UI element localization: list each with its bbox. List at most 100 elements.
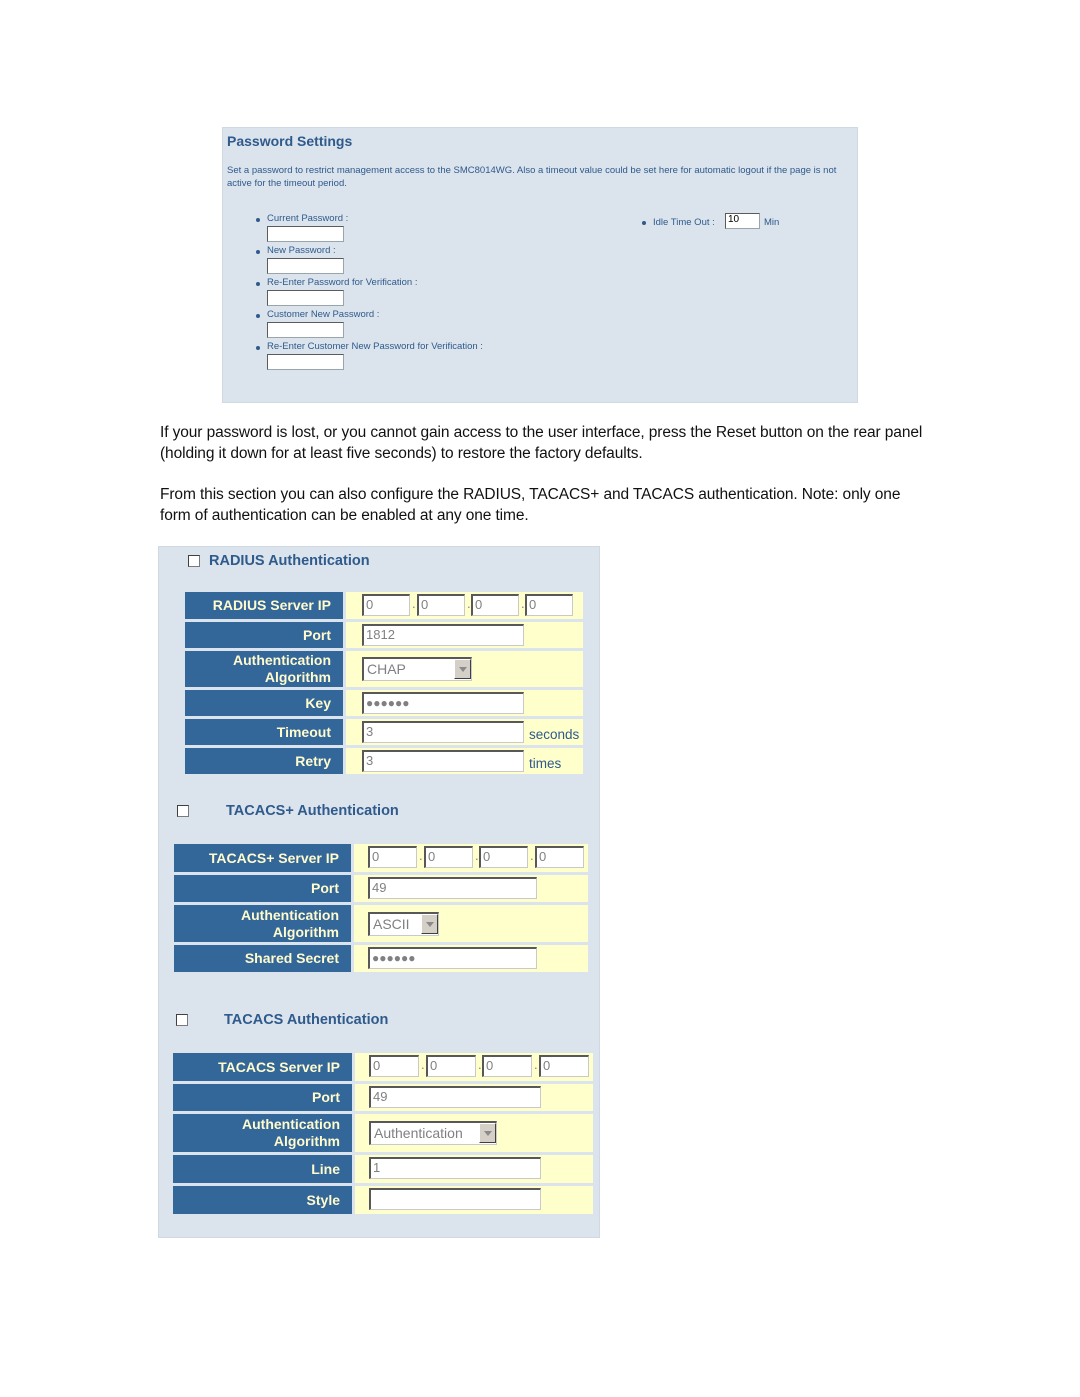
tacacs-plus-algorithm-label-line2: Algorithm [272, 923, 339, 940]
chevron-down-icon[interactable] [479, 1123, 496, 1143]
tacacs-algorithm-row: Authentication Algorithm Authentication [173, 1114, 593, 1152]
tacacs-plus-ip-octet-2[interactable]: 0 [424, 846, 473, 868]
verify-password-input[interactable] [267, 290, 344, 306]
radius-port-cell: 1812 [346, 622, 583, 648]
tacacs-port-label: Port [173, 1084, 352, 1111]
tacacs-line-cell: 1 [355, 1155, 593, 1183]
ip-separator: . [421, 1057, 425, 1072]
tacacs-plus-algorithm-select[interactable]: ASCII [368, 912, 439, 936]
tacacs-ip-octet-2[interactable]: 0 [426, 1055, 476, 1077]
tacacs-plus-enable-checkbox[interactable] [177, 805, 189, 817]
radius-key-label: Key [185, 690, 343, 716]
tacacs-plus-algorithm-row: Authentication Algorithm ASCII [174, 905, 588, 942]
radius-algorithm-select[interactable]: CHAP [362, 657, 472, 681]
idle-timeout-input[interactable]: 10 [725, 213, 760, 229]
radius-timeout-input[interactable]: 3 [362, 721, 524, 743]
radius-retry-label: Retry [185, 748, 343, 774]
verify-customer-password-input[interactable] [267, 354, 344, 370]
tacacs-plus-secret-label: Shared Secret [174, 945, 351, 972]
tacacs-style-cell [355, 1186, 593, 1214]
tacacs-server-ip-label: TACACS Server IP [173, 1053, 352, 1081]
radius-algorithm-label-line2: Algorithm [264, 669, 331, 685]
radius-server-ip-cell: 0 . 0 . 0 . 0 [346, 592, 583, 619]
new-password-input[interactable] [267, 258, 344, 274]
reset-instructions-paragraph: If your password is lost, or you cannot … [160, 424, 923, 462]
tacacs-port-row: Port 49 [173, 1084, 593, 1111]
tacacs-line-input[interactable]: 1 [369, 1157, 541, 1179]
ip-separator: . [534, 1057, 538, 1072]
verify-password-label: Re-Enter Password for Verification : [267, 277, 418, 288]
radius-server-ip-row: RADIUS Server IP 0 . 0 . 0 . 0 [185, 592, 583, 619]
radius-algorithm-cell: CHAP [346, 651, 583, 687]
tacacs-ip-octet-1[interactable]: 0 [369, 1055, 419, 1077]
radius-algorithm-row: Authentication Algorithm CHAP [185, 651, 583, 687]
ip-separator: . [419, 848, 423, 863]
radius-ip-octet-4[interactable]: 0 [525, 594, 573, 616]
current-password-input[interactable] [267, 226, 344, 242]
tacacs-plus-port-label: Port [174, 875, 351, 902]
customer-password-input[interactable] [267, 322, 344, 338]
tacacs-plus-server-ip-label: TACACS+ Server IP [174, 844, 351, 872]
tacacs-plus-port-row: Port 49 [174, 875, 588, 902]
bullet-icon [256, 346, 260, 350]
ip-separator: . [412, 596, 416, 611]
tacacs-algorithm-label-line1: Authentication [242, 1116, 340, 1132]
tacacs-port-cell: 49 [355, 1084, 593, 1111]
tacacs-algorithm-cell: Authentication [355, 1114, 593, 1152]
bullet-icon [256, 250, 260, 254]
new-password-label: New Password : [267, 245, 336, 256]
tacacs-ip-octet-4[interactable]: 0 [539, 1055, 589, 1077]
radius-port-input[interactable]: 1812 [362, 624, 524, 646]
tacacs-style-input[interactable] [369, 1188, 541, 1210]
tacacs-algorithm-value: Authentication [374, 1125, 463, 1141]
tacacs-plus-secret-cell: ●●●●●● [354, 945, 588, 972]
bullet-icon [256, 282, 260, 286]
radius-port-label: Port [185, 622, 343, 648]
radius-ip-octet-1[interactable]: 0 [362, 594, 410, 616]
tacacs-plus-section-title: TACACS+ Authentication [226, 803, 399, 819]
chevron-down-icon[interactable] [421, 914, 438, 934]
tacacs-algorithm-label: Authentication Algorithm [173, 1114, 352, 1152]
customer-password-label: Customer New Password : [267, 309, 380, 320]
radius-algorithm-label: Authentication Algorithm [185, 651, 343, 687]
tacacs-line-row: Line 1 [173, 1155, 593, 1183]
tacacs-plus-ip-octet-1[interactable]: 0 [368, 846, 417, 868]
radius-section-title: RADIUS Authentication [209, 553, 370, 569]
tacacs-section-header: TACACS Authentication [159, 1012, 599, 1030]
radius-timeout-unit: seconds [529, 727, 580, 742]
radius-retry-input[interactable]: 3 [362, 750, 524, 772]
radius-server-ip-label: RADIUS Server IP [185, 592, 343, 619]
tacacs-plus-port-cell: 49 [354, 875, 588, 902]
tacacs-port-input[interactable]: 49 [369, 1086, 541, 1108]
chevron-down-icon[interactable] [454, 659, 471, 679]
tacacs-style-label: Style [173, 1186, 352, 1214]
tacacs-plus-ip-octet-3[interactable]: 0 [479, 846, 528, 868]
radius-enable-checkbox[interactable] [188, 555, 200, 567]
radius-ip-octet-2[interactable]: 0 [417, 594, 465, 616]
radius-timeout-cell: 3 seconds [346, 719, 583, 745]
tacacs-plus-algorithm-label: Authentication Algorithm [174, 905, 351, 942]
bullet-icon [256, 218, 260, 222]
tacacs-plus-section-header: TACACS+ Authentication [159, 803, 599, 821]
tacacs-plus-algorithm-label-line1: Authentication [241, 906, 339, 923]
tacacs-ip-octet-3[interactable]: 0 [482, 1055, 532, 1077]
tacacs-plus-port-input[interactable]: 49 [368, 877, 537, 899]
password-settings-title: Password Settings [227, 133, 353, 149]
tacacs-plus-ip-octet-4[interactable]: 0 [535, 846, 584, 868]
tacacs-server-ip-row: TACACS Server IP 0 . 0 . 0 . 0 [173, 1053, 593, 1081]
tacacs-line-label: Line [173, 1155, 352, 1183]
tacacs-algorithm-label-line2: Algorithm [273, 1133, 340, 1149]
verify-customer-password-label: Re-Enter Customer New Password for Verif… [267, 341, 483, 352]
radius-timeout-row: Timeout 3 seconds [185, 719, 583, 745]
tacacs-enable-checkbox[interactable] [176, 1014, 188, 1026]
radius-key-input[interactable]: ●●●●●● [362, 692, 524, 714]
password-settings-panel: Password Settings Set a password to rest… [222, 127, 858, 403]
ip-separator: . [530, 848, 534, 863]
idle-timeout-label: Idle Time Out : [653, 217, 715, 228]
radius-ip-octet-3[interactable]: 0 [471, 594, 519, 616]
radius-retry-cell: 3 times [346, 748, 583, 774]
tacacs-plus-secret-input[interactable]: ●●●●●● [368, 947, 537, 969]
authentication-note-paragraph: From this section you can also configure… [160, 486, 901, 524]
tacacs-server-ip-cell: 0 . 0 . 0 . 0 [355, 1053, 593, 1081]
tacacs-algorithm-select[interactable]: Authentication [369, 1121, 497, 1145]
